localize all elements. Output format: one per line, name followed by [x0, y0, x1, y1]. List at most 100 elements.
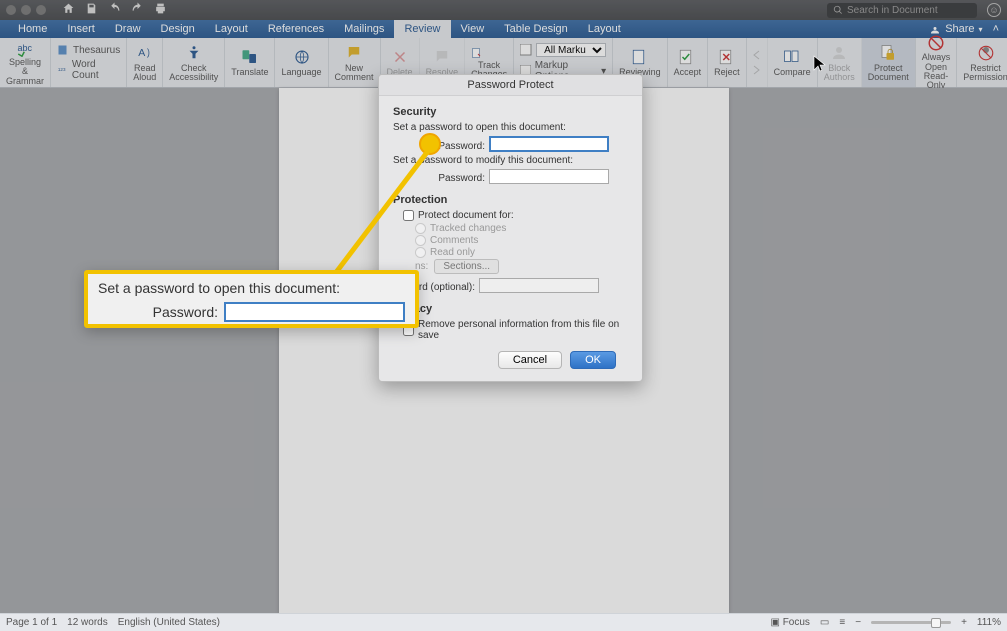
redo-icon[interactable]: [131, 2, 144, 18]
tab-layout2[interactable]: Layout: [578, 20, 631, 38]
modify-password-input[interactable]: [489, 169, 609, 184]
svg-text:abc: abc: [18, 43, 33, 53]
undo-icon[interactable]: [108, 2, 121, 18]
zoom-slider[interactable]: [871, 621, 951, 624]
tab-draw[interactable]: Draw: [105, 20, 151, 38]
ribbon-collapse-icon[interactable]: ˄: [993, 23, 999, 35]
protect-document-checkbox[interactable]: [403, 210, 414, 221]
restrict-permission-button[interactable]: Restrict Permission: [957, 38, 1007, 87]
optional-password-input: [479, 278, 599, 293]
tab-review[interactable]: Review: [394, 20, 450, 38]
new-comment-icon: [344, 43, 364, 63]
block-authors-button: Block Authors: [818, 38, 862, 87]
accept-icon: [677, 47, 697, 67]
open-password-prompt: Set a password to open this document:: [393, 122, 628, 133]
cancel-button[interactable]: Cancel: [498, 351, 562, 369]
callout-prompt: Set a password to open this document:: [98, 280, 405, 296]
translate-icon: [240, 47, 260, 67]
next-change-icon: [751, 64, 763, 76]
spelling-grammar-button[interactable]: abc Spelling & Grammar: [0, 38, 51, 87]
callout-marker-icon: [419, 133, 441, 155]
search-icon: [833, 5, 843, 15]
tab-design[interactable]: Design: [151, 20, 205, 38]
accessibility-icon: [184, 43, 204, 63]
svg-text:123: 123: [58, 67, 66, 72]
spelling-grammar-label: Spelling & Grammar: [6, 58, 44, 86]
delete-icon: [390, 47, 410, 67]
resolve-icon: [432, 47, 452, 67]
view-web-icon[interactable]: ≡: [839, 617, 845, 628]
readonly-radio: [415, 247, 426, 258]
statusbar: Page 1 of 1 12 words English (United Sta…: [0, 613, 1007, 631]
callout-panel: Set a password to open this document: Pa…: [84, 270, 419, 328]
save-icon[interactable]: [85, 2, 98, 18]
ribbon-tabs: Home Insert Draw Design Layout Reference…: [0, 20, 1007, 38]
dialog-title: Password Protect: [379, 75, 642, 96]
comments-radio: [415, 235, 426, 246]
protect-document-label: Protect document for:: [418, 210, 514, 221]
tab-references[interactable]: References: [258, 20, 334, 38]
block-authors-icon: [829, 43, 849, 63]
svg-text:A: A: [138, 47, 145, 59]
new-comment-label: New Comment: [335, 64, 374, 83]
tab-home[interactable]: Home: [8, 20, 57, 38]
nav-changes-group: [747, 38, 768, 87]
compare-button[interactable]: Compare: [768, 38, 818, 87]
open-password-input[interactable]: [489, 136, 609, 152]
always-readonly-button[interactable]: Always Open Read-Only: [916, 38, 958, 87]
focus-mode-button[interactable]: ▣ Focus: [770, 617, 809, 628]
search-placeholder: Search in Document: [847, 5, 938, 16]
language-indicator[interactable]: English (United States): [118, 617, 220, 628]
accept-button[interactable]: Accept: [668, 38, 709, 87]
read-aloud-label: Read Aloud: [133, 64, 156, 83]
compare-icon: [782, 47, 802, 67]
restrict-icon: [976, 43, 996, 63]
tab-tabledesign[interactable]: Table Design: [494, 20, 578, 38]
protect-document-button[interactable]: Protect Document: [862, 38, 916, 87]
proofing-group: Thesaurus 123Word Count: [51, 38, 127, 87]
tab-insert[interactable]: Insert: [57, 20, 105, 38]
language-label: Language: [281, 68, 321, 77]
remove-personal-info-label: Remove personal information from this fi…: [418, 319, 628, 341]
readonly-icon: [926, 34, 946, 52]
tab-view[interactable]: View: [451, 20, 495, 38]
modify-password-label: Password:: [393, 173, 485, 184]
thesaurus-button[interactable]: Thesaurus: [57, 43, 120, 57]
word-count-indicator[interactable]: 12 words: [67, 617, 108, 628]
home-icon[interactable]: [62, 2, 75, 18]
search-input[interactable]: Search in Document: [827, 3, 977, 18]
zoom-level[interactable]: 111%: [977, 617, 1001, 628]
tab-layout[interactable]: Layout: [205, 20, 258, 38]
new-comment-button[interactable]: New Comment: [329, 38, 381, 87]
language-button[interactable]: Language: [275, 38, 328, 87]
print-icon[interactable]: [154, 2, 167, 18]
ok-button[interactable]: OK: [570, 351, 616, 369]
feedback-icon[interactable]: ☺: [987, 3, 1001, 17]
reject-icon: [717, 47, 737, 67]
translate-button[interactable]: Translate: [225, 38, 275, 87]
zoom-out-button[interactable]: −: [855, 617, 861, 628]
read-aloud-button[interactable]: A Read Aloud: [127, 38, 163, 87]
tab-mailings[interactable]: Mailings: [334, 20, 394, 38]
spellcheck-icon: abc: [15, 39, 35, 57]
page-indicator[interactable]: Page 1 of 1: [6, 617, 57, 628]
privacy-heading: Privacy: [393, 303, 628, 315]
read-aloud-icon: A: [135, 43, 155, 63]
view-print-icon[interactable]: ▭: [820, 617, 829, 628]
protect-document-icon: [878, 43, 898, 63]
close-dot-icon[interactable]: [6, 5, 16, 15]
security-heading: Security: [393, 106, 628, 118]
zoom-in-button[interactable]: +: [961, 617, 967, 628]
prev-change-icon: [751, 49, 763, 61]
trackchanges-icon: [471, 47, 483, 59]
share-button[interactable]: Share: [945, 23, 974, 35]
check-accessibility-button[interactable]: Check Accessibility: [163, 38, 225, 87]
language-icon: [292, 47, 312, 67]
minimize-dot-icon[interactable]: [21, 5, 31, 15]
reject-button[interactable]: Reject: [708, 38, 747, 87]
zoom-dot-icon[interactable]: [36, 5, 46, 15]
markup-select[interactable]: All Markup: [536, 43, 606, 57]
window-titlebar: Search in Document ☺: [0, 0, 1007, 20]
callout-password-input[interactable]: [224, 302, 405, 322]
wordcount-button[interactable]: 123Word Count: [57, 58, 120, 82]
